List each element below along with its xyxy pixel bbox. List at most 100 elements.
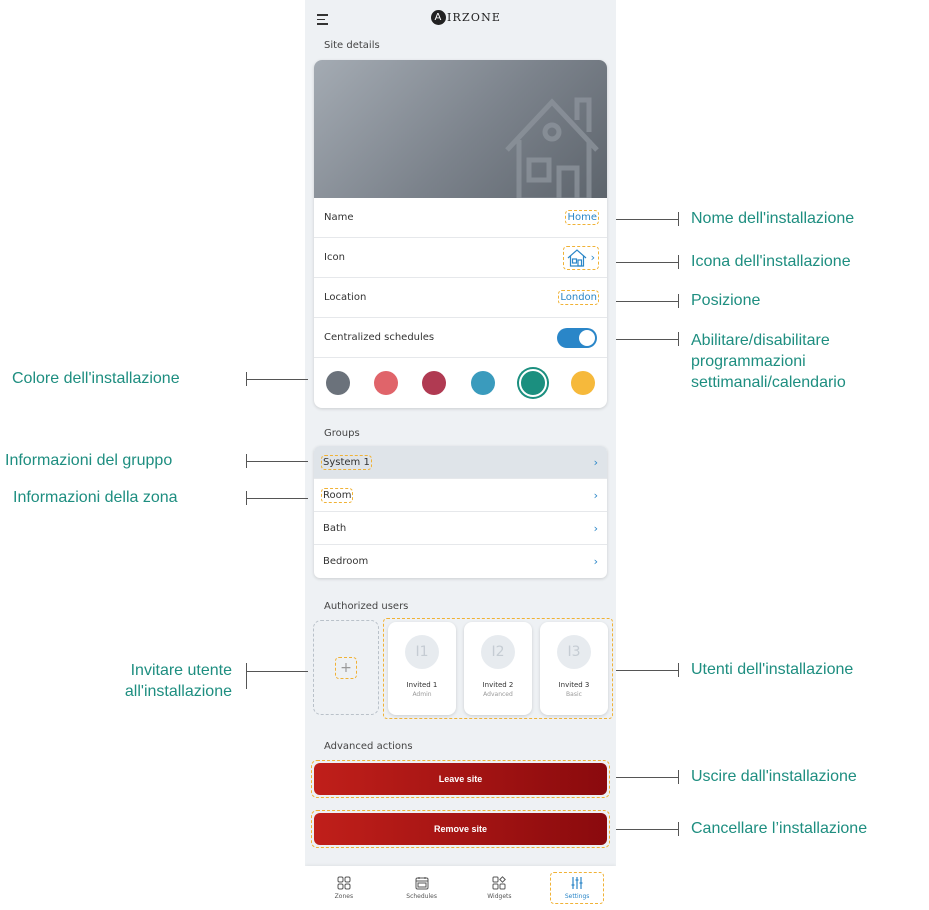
zone-label: Bedroom [323, 556, 369, 567]
color-picker [314, 358, 607, 408]
hamburger-menu-icon[interactable] [317, 14, 328, 28]
name-value[interactable]: Home [565, 210, 599, 225]
site-details-title: Site details [324, 40, 380, 51]
nav-label: Zones [334, 893, 354, 900]
top-bar: A IRZONE [305, 0, 616, 40]
user-role: Admin [412, 691, 432, 698]
color-swatch[interactable] [326, 371, 350, 395]
remove-site-button[interactable]: Remove site [314, 813, 607, 845]
group-row-system-1[interactable]: System 1 › [314, 446, 607, 479]
icon-selector[interactable]: › [562, 245, 600, 270]
user-card[interactable]: I2 Invited 2 Advanced [464, 622, 532, 715]
nav-settings[interactable]: Settings [550, 872, 605, 904]
leader-line [616, 262, 678, 263]
groups-title: Groups [324, 428, 360, 439]
zone-label: Room [320, 487, 354, 503]
location-value[interactable]: London [558, 290, 599, 305]
widgets-icon [492, 876, 507, 890]
nav-label: Settings [564, 893, 590, 900]
avatar: I1 [405, 635, 439, 669]
leader-tick [678, 294, 679, 308]
advanced-actions-title: Advanced actions [324, 741, 413, 752]
location-row[interactable]: Location London [314, 278, 607, 318]
user-card[interactable]: I3 Invited 3 Basic [540, 622, 608, 715]
phone-screen: A IRZONE Site details Name Home Icon › L… [305, 0, 616, 910]
group-label: System 1 [321, 454, 372, 470]
user-role: Advanced [483, 691, 513, 698]
annotation-icon: Icona dell'installazione [691, 253, 851, 270]
avatar: I2 [481, 635, 515, 669]
leader-tick [678, 822, 679, 836]
annotation-zone-info: Informazioni della zona [13, 489, 178, 506]
centralized-schedules-toggle[interactable] [557, 327, 597, 348]
color-swatch[interactable] [422, 371, 447, 395]
site-users-group: I1 Invited 1 Admin I2 Invited 2 Advanced… [383, 618, 613, 719]
annotation-group-info: Informazioni del gruppo [5, 452, 173, 469]
user-card[interactable]: I1 Invited 1 Admin [388, 622, 456, 715]
grid-icon [337, 876, 351, 890]
name-label: Name [324, 212, 354, 223]
site-details-card: Name Home Icon › Location London Central… [314, 60, 607, 408]
color-swatch-selected[interactable] [518, 369, 547, 397]
settings-sliders-icon [571, 877, 583, 889]
leader-line [616, 829, 678, 830]
nav-label: Schedules [406, 893, 437, 900]
authorized-users-title: Authorized users [324, 601, 409, 612]
color-swatch[interactable] [374, 371, 399, 395]
invite-user-button[interactable]: + [313, 620, 379, 715]
nav-widgets[interactable]: Widgets [474, 876, 524, 900]
leader-line [616, 670, 678, 671]
centralized-schedules-row: Centralized schedules [314, 318, 607, 358]
color-swatch[interactable] [470, 371, 495, 395]
name-row[interactable]: Name Home [314, 198, 607, 238]
annotation-schedules-line: Abilitare/disabilitare [691, 332, 830, 349]
leader-tick [678, 332, 679, 346]
location-label: Location [324, 292, 367, 303]
leader-line [616, 777, 678, 778]
chevron-right-icon: › [590, 251, 595, 264]
leader-line [246, 461, 308, 462]
leader-line [246, 379, 308, 380]
leader-tick [678, 212, 679, 226]
annotation-leave: Uscire dall'installazione [691, 768, 857, 785]
logo-mark: A [431, 10, 446, 25]
zone-row-bedroom[interactable]: Bedroom › [314, 545, 607, 578]
leader-tick [678, 663, 679, 677]
groups-list: System 1 › Room › Bath › Bedroom › [314, 446, 607, 578]
zone-row-bath[interactable]: Bath › [314, 512, 607, 545]
annotation-schedules-line: settimanali/calendario [691, 374, 846, 391]
leader-line [616, 301, 678, 302]
user-name: Invited 1 [406, 681, 438, 689]
site-hero-image [314, 60, 607, 198]
leader-line [616, 339, 678, 340]
calendar-icon [415, 877, 429, 890]
zone-row-room[interactable]: Room › [314, 479, 607, 512]
color-swatch[interactable] [570, 371, 595, 395]
user-role: Basic [566, 691, 582, 698]
annotation-schedules: Abilitare/disabilitare programmazioni se… [691, 330, 846, 393]
leave-site-button[interactable]: Leave site [314, 763, 607, 795]
nav-label: Widgets [487, 893, 512, 900]
annotation-users: Utenti dell'installazione [691, 661, 854, 678]
annotation-schedules-line: programmazioni [691, 353, 806, 370]
leader-tick [678, 255, 679, 269]
nav-schedules[interactable]: Schedules [397, 876, 447, 900]
house-illustration-icon [505, 97, 599, 198]
plus-icon: + [335, 656, 357, 679]
annotation-invite-line: all'installazione [124, 683, 232, 700]
airzone-logo: A IRZONE [431, 10, 501, 25]
nav-zones[interactable]: Zones [319, 876, 369, 900]
chevron-right-icon: › [593, 555, 598, 568]
chevron-right-icon: › [593, 455, 598, 469]
centralized-schedules-label: Centralized schedules [324, 332, 435, 343]
annotation-invite: Invitare utente all'installazione [60, 660, 232, 702]
leader-line [616, 219, 678, 220]
annotation-invite-line: Invitare utente [130, 662, 232, 679]
icon-label: Icon [324, 252, 345, 263]
annotation-name: Nome dell'installazione [691, 210, 855, 227]
zone-label: Bath [323, 522, 347, 534]
icon-row[interactable]: Icon › [314, 238, 607, 278]
user-name: Invited 2 [482, 681, 514, 689]
user-name: Invited 3 [558, 681, 590, 689]
avatar: I3 [557, 635, 591, 669]
